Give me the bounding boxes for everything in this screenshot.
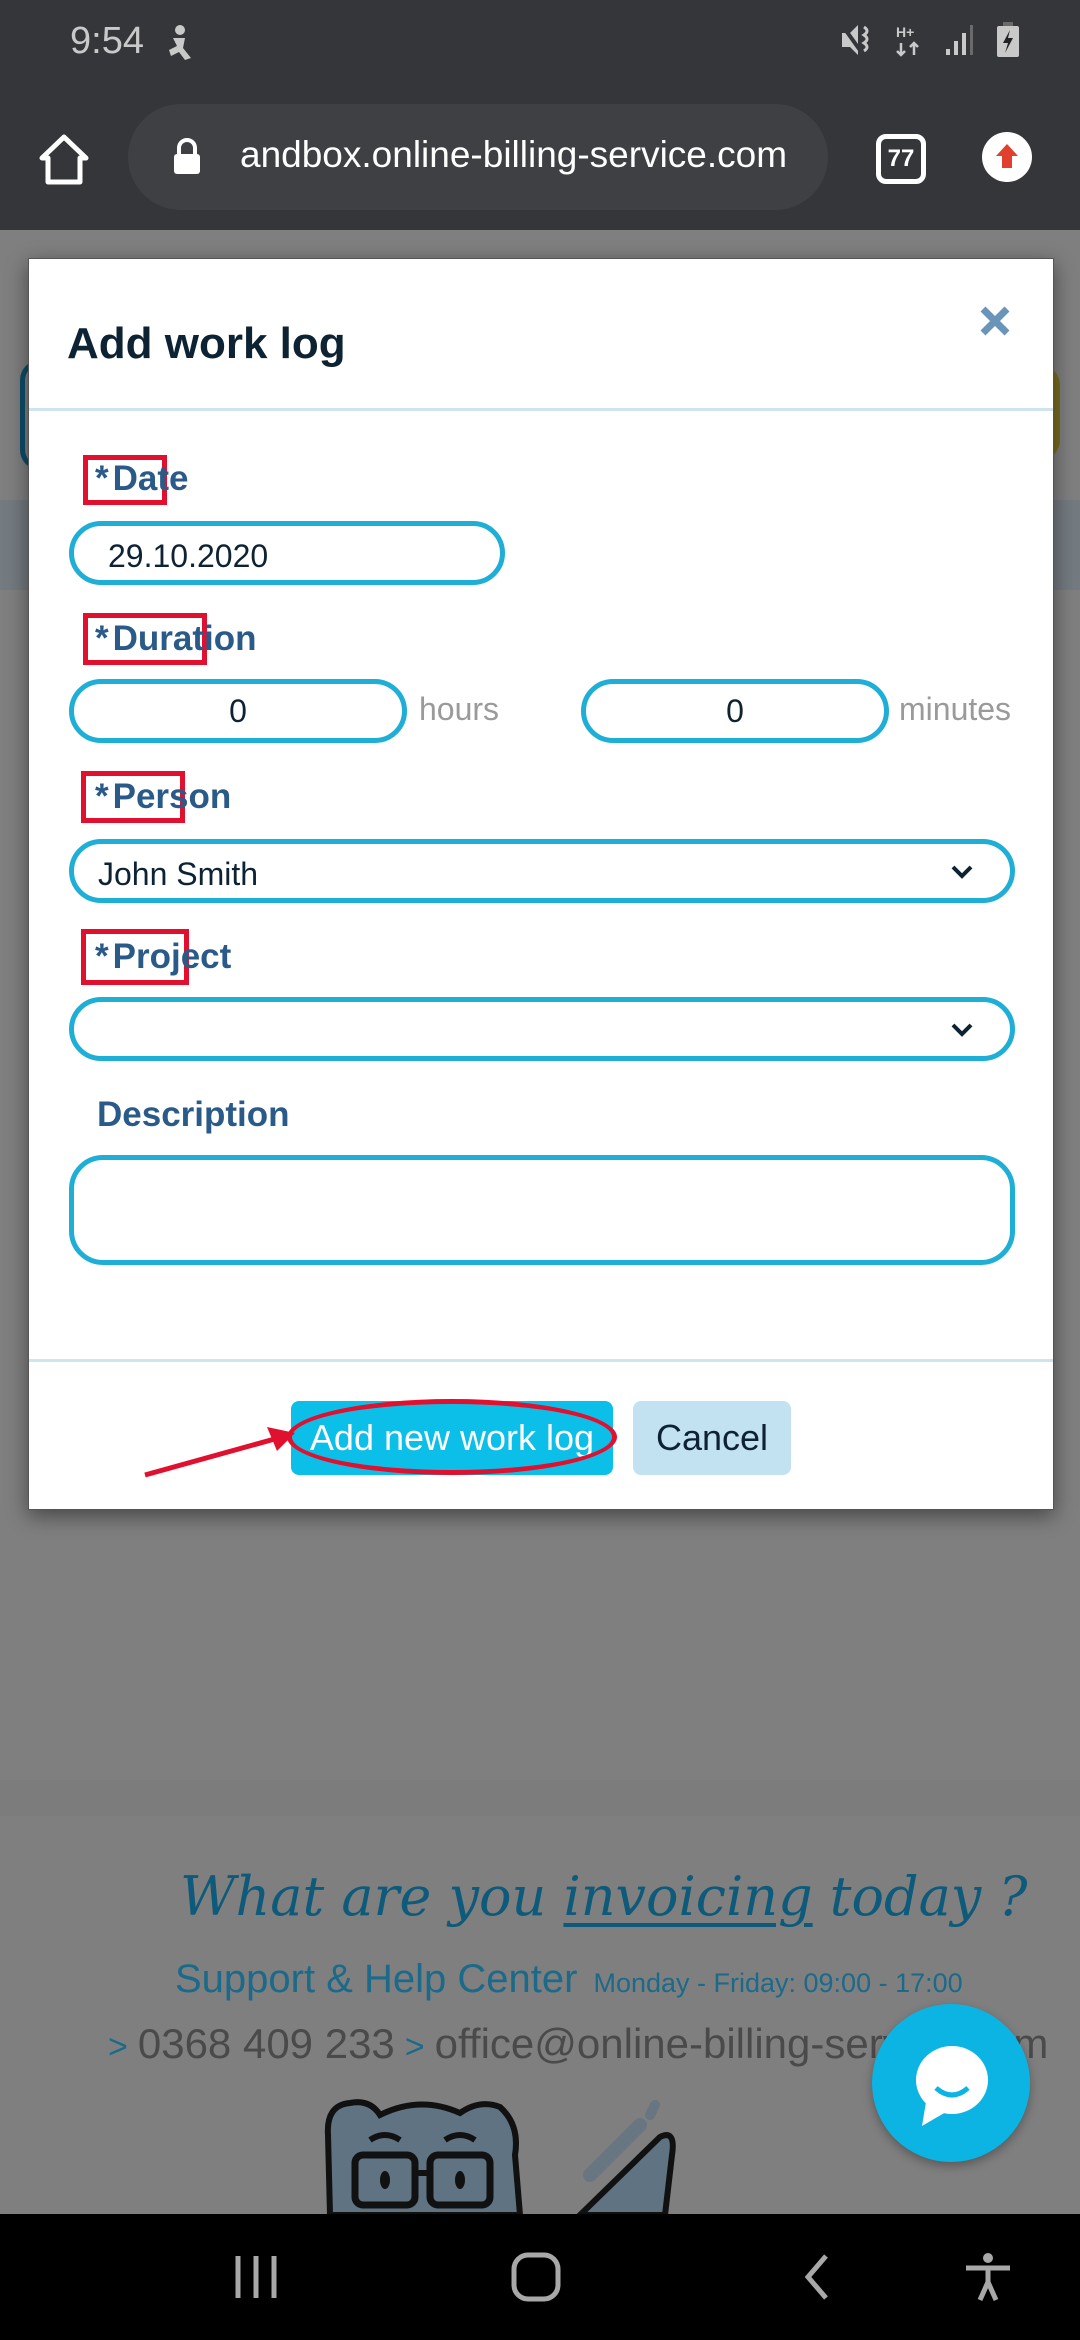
add-new-work-log-button[interactable]: Add new work log [291, 1401, 613, 1475]
tab-switcher-button[interactable]: 77 [876, 134, 926, 184]
required-asterisk: * [95, 619, 109, 658]
footer-divider [0, 1780, 1080, 1816]
lock-icon [174, 138, 200, 174]
minutes-unit-label: minutes [899, 691, 1012, 727]
chevron-right-icon: > [404, 2028, 425, 2066]
home-icon[interactable] [36, 132, 92, 188]
minutes-input[interactable]: 0 [581, 679, 889, 743]
description-textarea[interactable] [69, 1155, 1015, 1265]
update-button[interactable] [982, 132, 1032, 182]
footer-tagline: What are you invoicing today ? [180, 1865, 1027, 1928]
home-circle-icon[interactable] [506, 2252, 566, 2302]
tagline-part: What are you [180, 1865, 564, 1928]
chevron-right-icon: > [108, 2028, 128, 2066]
tagline-emphasis: invoicing [563, 1865, 813, 1928]
update-arrow-icon [996, 144, 1018, 168]
tagline-part: today ? [812, 1865, 1028, 1928]
accessibility-person-icon [169, 25, 191, 60]
duration-label-text: Duration [112, 619, 257, 658]
annotation-arrow-icon [144, 1427, 295, 1478]
address-bar[interactable]: andbox.online-billing-service.com [128, 104, 828, 210]
support-line: Support & Help Center Monday - Friday: 09… [175, 1957, 963, 2002]
required-asterisk: * [95, 459, 109, 498]
phone-link[interactable]: 0368 409 233 [138, 2020, 395, 2067]
duration-label: * Duration [95, 619, 257, 659]
person-select[interactable]: John Smith [69, 839, 1015, 903]
required-asterisk: * [95, 777, 109, 816]
chat-button[interactable] [872, 2004, 1030, 2162]
koala-mascot-illustration [324, 2099, 676, 2215]
back-icon[interactable] [788, 2252, 848, 2302]
close-icon[interactable] [977, 303, 1013, 339]
date-value: 29.10.2020 [108, 538, 269, 574]
description-label: Description [97, 1095, 290, 1134]
date-input[interactable]: 29.10.2020 [69, 521, 505, 585]
minutes-value: 0 [726, 693, 744, 729]
recent-apps-icon[interactable] [226, 2252, 286, 2302]
modal-header: Add work log [29, 259, 1053, 411]
network-hplus-icon: H+ [896, 24, 919, 57]
chat-bubble-icon [916, 2046, 988, 2126]
status-icons: H+ [840, 22, 1020, 58]
project-label: * Project [95, 937, 231, 977]
modal-footer-divider [29, 1359, 1053, 1362]
support-hours: Monday - Friday: 09:00 - 17:00 [593, 1968, 963, 1998]
battery-charging-icon [997, 22, 1019, 57]
status-time: 9:54 [70, 20, 144, 62]
add-work-log-modal: Add work log * Date 29.10.2020 * Duration … [28, 258, 1054, 1510]
system-nav-bar [0, 2214, 1080, 2340]
accessibility-icon[interactable] [958, 2252, 1018, 2302]
person-label: * Person [95, 777, 231, 817]
chevron-down-icon [951, 1023, 973, 1037]
person-selected-value: John Smith [98, 856, 259, 892]
person-label-text: Person [112, 777, 232, 816]
project-select[interactable] [69, 997, 1015, 1061]
chevron-down-icon [951, 865, 973, 879]
date-label: * Date [95, 459, 189, 499]
project-label-text: Project [112, 937, 232, 976]
browser-toolbar: andbox.online-billing-service.com 77 [0, 90, 1080, 230]
cancel-button[interactable]: Cancel [633, 1401, 791, 1475]
svg-text:H+: H+ [896, 24, 914, 40]
required-asterisk: * [95, 937, 109, 976]
url-text: andbox.online-billing-service.com [240, 134, 788, 175]
vibrate-mute-icon [840, 23, 869, 55]
hours-input[interactable]: 0 [69, 679, 407, 743]
modal-title: Add work log [67, 319, 346, 368]
signal-icon [946, 25, 973, 55]
hours-value: 0 [229, 693, 247, 729]
status-bar: 9:54 H+ [0, 0, 1080, 90]
support-title: Support & Help Center [175, 1957, 578, 2001]
date-label-text: Date [112, 459, 189, 498]
hours-unit-label: hours [419, 691, 500, 727]
